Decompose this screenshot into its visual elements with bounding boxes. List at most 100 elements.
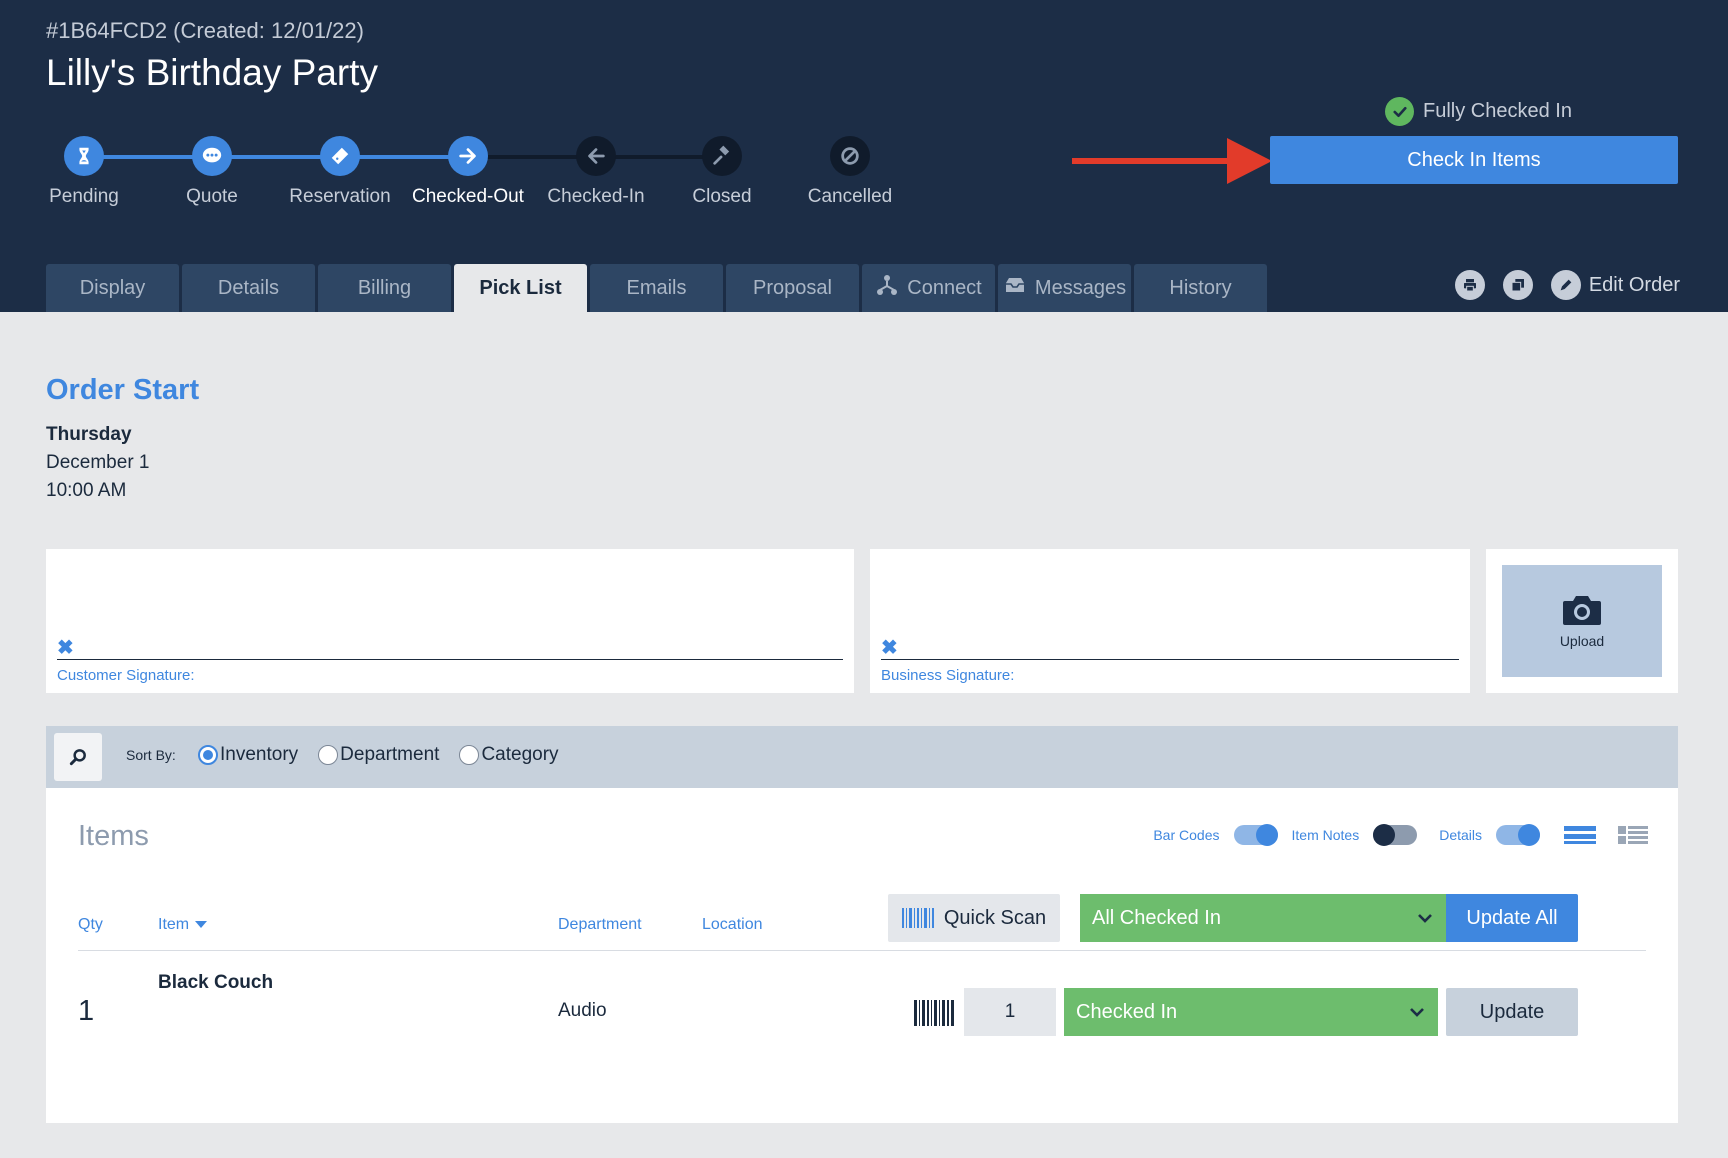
- sort-caret-icon: [195, 921, 208, 928]
- inbox-icon: [1003, 273, 1027, 303]
- upload-panel: Upload: [1486, 549, 1678, 693]
- tab-connect[interactable]: Connect: [862, 264, 995, 312]
- sort-option-category[interactable]: Category: [459, 744, 559, 766]
- tab-messages[interactable]: Messages: [998, 264, 1131, 312]
- tab-proposal[interactable]: Proposal: [726, 264, 859, 312]
- tab-label: Emails: [626, 276, 687, 299]
- tab-label: Billing: [357, 276, 412, 299]
- item-department: Audio: [558, 1000, 607, 1021]
- check-circle-icon: [1385, 97, 1414, 126]
- radio-button[interactable]: [459, 745, 480, 765]
- order-tabs: Display Details Billing Pick List Emails…: [46, 264, 1270, 312]
- camera-icon: [1563, 596, 1601, 625]
- printer-icon[interactable]: [1454, 270, 1485, 300]
- chevron-down-icon: [1410, 1008, 1424, 1017]
- upload-button[interactable]: Upload: [1502, 565, 1662, 677]
- column-header-qty[interactable]: Qty: [78, 916, 103, 934]
- bulk-status-select[interactable]: All Checked In: [1080, 894, 1446, 942]
- toggle-knob: [1255, 824, 1278, 846]
- step-closed[interactable]: Closed: [657, 136, 787, 208]
- step-checked-in[interactable]: Checked-In: [531, 136, 661, 208]
- step-label: Quote: [186, 186, 238, 207]
- radio-label: Category: [481, 744, 559, 765]
- details-toggle-label: Details: [1439, 827, 1482, 843]
- step-label: Checked-In: [547, 186, 645, 207]
- customer-signature-pad[interactable]: ✖ Customer Signature:: [46, 549, 854, 693]
- quick-scan-label: Quick Scan: [943, 906, 1047, 929]
- sort-options: Inventory Department Category: [198, 744, 559, 766]
- scan-qty-input[interactable]: 1: [964, 988, 1056, 1036]
- tab-label: Proposal: [753, 276, 832, 299]
- items-panel: Items Bar Codes Item Notes Details Qty I…: [46, 788, 1678, 1123]
- toggle-knob: [1373, 824, 1396, 846]
- x-mark: ✖: [57, 637, 74, 659]
- sort-by-label: Sort By:: [126, 747, 176, 763]
- table-divider: [78, 950, 1646, 951]
- column-header-department[interactable]: Department: [558, 916, 642, 934]
- signature-line: [57, 659, 843, 660]
- business-signature-pad[interactable]: ✖ Business Signature:: [870, 549, 1470, 693]
- item-notes-toggle-label: Item Notes: [1291, 827, 1360, 843]
- radio-label: Inventory: [220, 744, 299, 765]
- order-id: #1B64FCD2 (Created: 12/01/22): [46, 18, 364, 43]
- order-actions: Edit Order: [1454, 270, 1680, 300]
- column-header-location[interactable]: Location: [702, 916, 763, 934]
- toggle-knob: [1518, 824, 1540, 846]
- quick-scan-button[interactable]: Quick Scan: [888, 894, 1060, 942]
- column-header-item-label: Item: [158, 916, 190, 933]
- update-button[interactable]: Update: [1446, 988, 1578, 1036]
- copy-icon[interactable]: [1502, 270, 1533, 300]
- item-notes-toggle[interactable]: [1373, 824, 1418, 846]
- sort-option-inventory[interactable]: Inventory: [198, 744, 298, 766]
- customer-signature-label: Customer Signature:: [57, 667, 195, 684]
- step-label: Checked-Out: [412, 186, 524, 207]
- item-name[interactable]: Black Couch: [158, 972, 273, 994]
- edit-order-button[interactable]: Edit Order: [1550, 270, 1680, 300]
- arrow-right-icon: [448, 136, 488, 176]
- item-status-select[interactable]: Checked In: [1064, 988, 1438, 1036]
- network-icon: [875, 273, 899, 303]
- details-toggle[interactable]: [1496, 824, 1540, 846]
- tab-details[interactable]: Details: [182, 264, 315, 312]
- x-mark: ✖: [881, 637, 898, 659]
- list-view-icon[interactable]: [1564, 824, 1596, 846]
- barcode-icon: [914, 1000, 954, 1026]
- tab-pick-list[interactable]: Pick List: [454, 264, 587, 312]
- column-header-item[interactable]: Item: [158, 916, 208, 934]
- display-toggles: Bar Codes Item Notes Details: [1153, 824, 1648, 846]
- step-reservation[interactable]: Reservation: [275, 136, 405, 208]
- check-in-items-button[interactable]: Check In Items: [1270, 136, 1678, 184]
- sort-option-department[interactable]: Department: [318, 744, 439, 766]
- tab-history[interactable]: History: [1134, 264, 1267, 312]
- business-signature-label: Business Signature:: [881, 667, 1015, 684]
- bar-codes-toggle[interactable]: [1233, 824, 1278, 846]
- tab-billing[interactable]: Billing: [318, 264, 451, 312]
- step-pending[interactable]: Pending: [19, 136, 149, 208]
- search-button[interactable]: [54, 733, 102, 781]
- step-quote[interactable]: Quote: [147, 136, 277, 208]
- sort-bar: Sort By: Inventory Department Category: [46, 726, 1678, 788]
- status-text: Fully Checked In: [1423, 100, 1572, 122]
- step-cancelled[interactable]: Cancelled: [785, 136, 915, 208]
- gavel-icon: [702, 136, 742, 176]
- update-all-button[interactable]: Update All: [1446, 894, 1578, 942]
- order-header: #1B64FCD2 (Created: 12/01/22) Lilly's Bi…: [0, 0, 1728, 312]
- order-start-title: Order Start: [46, 374, 200, 406]
- detail-view-icon[interactable]: [1618, 825, 1648, 845]
- order-start-day: Thursday: [46, 424, 132, 445]
- tab-emails[interactable]: Emails: [590, 264, 723, 312]
- radio-label: Department: [340, 744, 440, 765]
- radio-button[interactable]: [318, 745, 339, 765]
- step-label: Cancelled: [807, 186, 893, 207]
- bar-codes-toggle-label: Bar Codes: [1153, 827, 1220, 843]
- tab-label: Details: [217, 276, 280, 299]
- step-checked-out[interactable]: Checked-Out: [403, 136, 533, 208]
- hourglass-icon: [64, 136, 104, 176]
- tab-display[interactable]: Display: [46, 264, 179, 312]
- chat-bubble-icon: [192, 136, 232, 176]
- ban-icon: [830, 136, 870, 176]
- step-label: Reservation: [289, 186, 391, 207]
- tab-label: History: [1169, 276, 1232, 299]
- radio-button[interactable]: [198, 745, 218, 765]
- pencil-icon: [1550, 270, 1581, 300]
